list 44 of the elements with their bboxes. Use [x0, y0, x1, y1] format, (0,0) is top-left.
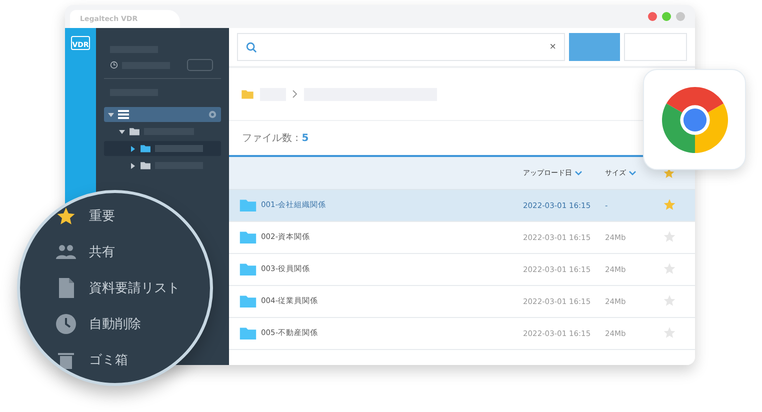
list-icon: [118, 110, 129, 119]
folder-icon: [239, 198, 257, 213]
caret-icon[interactable]: [130, 146, 136, 152]
caret-icon[interactable]: [130, 162, 136, 168]
tree-item[interactable]: [104, 141, 221, 156]
star-icon[interactable]: [663, 262, 676, 275]
minimize-dot-icon[interactable]: [676, 12, 685, 21]
search-icon: [246, 42, 257, 52]
folder-icon: [239, 294, 257, 309]
chevron-down-icon[interactable]: [629, 170, 636, 176]
tree-root-item[interactable]: [104, 107, 221, 122]
folder-icon: [140, 161, 151, 170]
folder-icon: [239, 262, 257, 277]
close-dot-icon[interactable]: [648, 12, 657, 21]
people-icon: [56, 244, 76, 260]
browser-logo-icon: [662, 86, 728, 152]
star-icon[interactable]: [663, 230, 676, 243]
folder-icon: [129, 127, 140, 136]
clock-icon: [56, 314, 76, 334]
menu-item[interactable]: 自動削除: [89, 315, 141, 333]
maximize-dot-icon[interactable]: [662, 12, 671, 21]
folder-icon: [140, 144, 151, 153]
folder-icon: [239, 230, 257, 245]
folder-icon: [241, 88, 254, 100]
menu-item[interactable]: 重要: [89, 207, 115, 225]
folder-icon: [239, 326, 257, 341]
star-icon[interactable]: [56, 206, 76, 226]
chevron-right-icon: [292, 90, 298, 98]
menu-item[interactable]: 共有: [89, 243, 115, 261]
star-icon[interactable]: [663, 294, 676, 307]
gear-icon[interactable]: [208, 110, 217, 119]
chevron-down-icon[interactable]: [575, 170, 582, 176]
clock-icon: [110, 61, 118, 69]
star-icon[interactable]: [663, 198, 676, 211]
caret-icon[interactable]: [108, 112, 114, 118]
menu-item[interactable]: ゴミ箱: [89, 351, 128, 369]
caret-icon[interactable]: [119, 128, 125, 134]
toggle-control[interactable]: [187, 59, 213, 71]
trash-icon: [58, 351, 74, 369]
star-icon[interactable]: [663, 326, 676, 339]
search-field[interactable]: ×: [237, 33, 565, 61]
menu-item[interactable]: 資料要請リスト: [89, 279, 180, 297]
clear-button[interactable]: ×: [550, 41, 556, 53]
document-icon: [58, 278, 74, 298]
